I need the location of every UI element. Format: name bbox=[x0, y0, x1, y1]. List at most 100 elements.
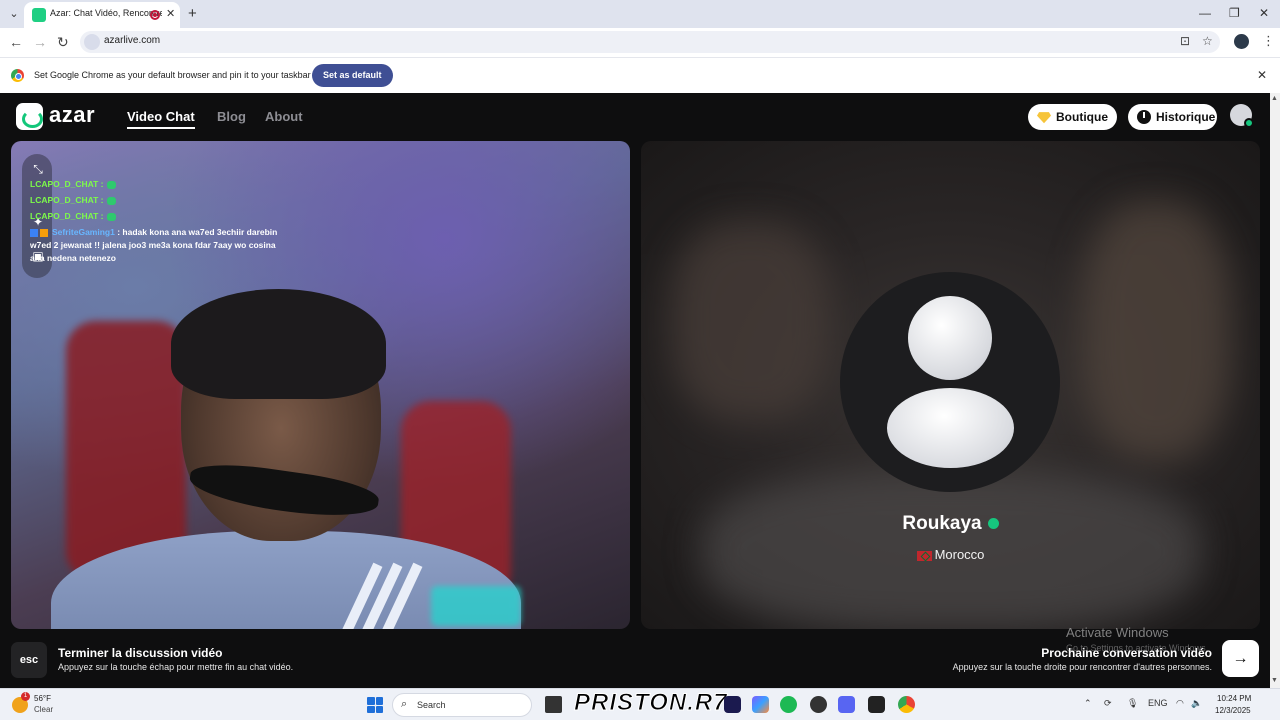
site-info-icon[interactable] bbox=[84, 34, 100, 50]
spotify-app-icon[interactable] bbox=[780, 696, 797, 713]
nav-about[interactable]: About bbox=[265, 109, 303, 124]
taskbar-search[interactable]: ⌕ Search bbox=[392, 693, 532, 717]
boutique-button[interactable]: Boutique bbox=[1028, 104, 1117, 130]
historique-label: Historique bbox=[1156, 110, 1216, 124]
chat-message-user: SefriteGaming1 bbox=[52, 227, 115, 237]
peer-country: Morocco bbox=[641, 547, 1260, 562]
tab-search-icon[interactable]: ⌄ bbox=[6, 6, 22, 22]
next-chat-arrow-button[interactable]: → bbox=[1222, 640, 1259, 677]
chrome-menu-icon[interactable]: ⋮ bbox=[1262, 33, 1275, 49]
chrome-app-icon[interactable] bbox=[898, 696, 915, 713]
azar-logo-text[interactable]: azar bbox=[49, 102, 95, 128]
morocco-flag-icon bbox=[916, 550, 932, 561]
verified-icon bbox=[987, 518, 999, 530]
minimize-icon[interactable]: — bbox=[1199, 6, 1211, 20]
peer-name: Roukaya bbox=[641, 513, 1260, 535]
peer-country-text: Morocco bbox=[934, 547, 985, 562]
emote-icon bbox=[106, 180, 116, 189]
taskbar-time[interactable]: 10:24 PM bbox=[1217, 694, 1251, 703]
nav-blog[interactable]: Blog bbox=[217, 109, 246, 124]
maximize-icon[interactable]: ❐ bbox=[1229, 6, 1240, 20]
language-indicator[interactable]: ENG bbox=[1148, 698, 1168, 708]
chat-username: LCAPO_D_CHAT : bbox=[30, 179, 104, 189]
reload-icon[interactable]: ↻ bbox=[57, 34, 69, 51]
browser-tab-azar[interactable]: Azar: Chat Vidéo, Rencontres ✕ bbox=[24, 2, 180, 28]
online-status-icon bbox=[1244, 118, 1254, 128]
chat-line: LCAPO_D_CHAT : bbox=[30, 192, 290, 208]
minimize-video-icon[interactable]: ⤡ bbox=[31, 162, 45, 176]
taskbar-search-placeholder: Search bbox=[417, 700, 446, 710]
browser-toolbar: ← → ↻ azarlive.com ⊡ ☆ ⋮ bbox=[0, 28, 1280, 57]
streamer-overlay-logo: PRISTON.R7 bbox=[574, 689, 728, 717]
end-chat-hint: Appuyez sur la touche échap pour mettre … bbox=[58, 662, 294, 672]
chrome-logo-icon bbox=[11, 69, 24, 82]
historique-button[interactable]: Historique bbox=[1128, 104, 1217, 130]
chat-line: LCAPO_D_CHAT : bbox=[30, 208, 290, 224]
activate-windows-hint: Go to Settings to activate Windows. bbox=[1066, 643, 1209, 653]
back-icon[interactable]: ← bbox=[9, 34, 23, 50]
weather-condition[interactable]: Clear bbox=[34, 705, 53, 714]
chat-line: LCAPO_D_CHAT : bbox=[30, 176, 290, 192]
azar-logo-icon[interactable] bbox=[16, 103, 43, 130]
peer-avatar-placeholder bbox=[840, 272, 1060, 492]
weather-notification-badge: 1 bbox=[21, 692, 30, 701]
infobar-close-icon[interactable]: ✕ bbox=[1257, 68, 1267, 82]
weather-temp[interactable]: 56°F bbox=[34, 694, 51, 703]
discord-app-icon[interactable] bbox=[838, 696, 855, 713]
microphone-icon[interactable]: 🎙 bbox=[1127, 698, 1138, 709]
wifi-icon[interactable]: ◠ bbox=[1176, 698, 1184, 709]
set-default-button[interactable]: Set as default bbox=[312, 64, 393, 87]
recording-icon bbox=[150, 10, 160, 20]
premiere-app-icon[interactable] bbox=[724, 696, 741, 713]
obs-app-icon[interactable] bbox=[810, 696, 827, 713]
chat-username: LCAPO_D_CHAT : bbox=[30, 195, 104, 205]
gem-icon bbox=[1037, 112, 1051, 124]
install-app-icon[interactable]: ⊡ bbox=[1180, 34, 1190, 48]
infobar-message: Set Google Chrome as your default browse… bbox=[34, 70, 311, 80]
chat-username: LCAPO_D_CHAT : bbox=[30, 211, 104, 221]
avatar-body bbox=[887, 388, 1014, 468]
esc-key-button[interactable]: esc bbox=[11, 642, 47, 678]
tray-overflow-icon[interactable]: ⌃ bbox=[1084, 698, 1092, 709]
task-view-icon[interactable] bbox=[545, 696, 562, 713]
sync-icon[interactable]: ⟳ bbox=[1104, 698, 1112, 709]
crown-badge-icon bbox=[40, 228, 48, 237]
forward-icon[interactable]: → bbox=[33, 34, 47, 50]
scroll-down-icon[interactable]: ▼ bbox=[1271, 677, 1278, 684]
clock-icon bbox=[1137, 110, 1151, 124]
address-bar[interactable]: azarlive.com ⊡ ☆ bbox=[80, 31, 1220, 53]
search-icon: ⌕ bbox=[401, 698, 408, 710]
rgb-light bbox=[431, 586, 521, 626]
address-url: azarlive.com bbox=[104, 35, 161, 46]
epic-games-app-icon[interactable] bbox=[868, 696, 885, 713]
peer-video: Roukaya Morocco bbox=[641, 141, 1260, 629]
chat-message: SefriteGaming1 : hadak kona ana wa7ed 3e… bbox=[30, 226, 290, 265]
bookmark-star-icon[interactable]: ☆ bbox=[1202, 34, 1213, 48]
tab-close-icon[interactable]: ✕ bbox=[166, 7, 175, 20]
person-hair bbox=[171, 289, 386, 399]
boutique-label: Boutique bbox=[1056, 110, 1108, 124]
user-avatar[interactable] bbox=[1230, 104, 1254, 128]
window-close-icon[interactable]: ✕ bbox=[1259, 6, 1269, 20]
subscriber-badge-icon bbox=[30, 228, 38, 237]
scroll-up-icon[interactable]: ▲ bbox=[1271, 95, 1278, 102]
new-tab-icon[interactable]: + bbox=[188, 5, 197, 22]
nav-video-chat[interactable]: Video Chat bbox=[127, 109, 195, 129]
chrome-profile-icon[interactable] bbox=[1234, 34, 1249, 49]
azar-favicon-icon bbox=[32, 8, 46, 22]
copilot-app-icon[interactable] bbox=[752, 696, 769, 713]
emote-icon bbox=[106, 196, 116, 205]
volume-icon[interactable]: 🔈 bbox=[1191, 698, 1202, 709]
tab-title: Azar: Chat Vidéo, Rencontres bbox=[50, 8, 162, 18]
avatar-head bbox=[908, 296, 992, 380]
taskbar-date[interactable]: 12/3/2025 bbox=[1215, 706, 1251, 715]
default-browser-infobar: Set Google Chrome as your default browse… bbox=[0, 57, 1280, 93]
activate-windows-title: Activate Windows bbox=[1066, 625, 1169, 640]
page-scrollbar[interactable]: ▲ ▼ bbox=[1270, 93, 1280, 688]
next-chat-hint: Appuyez sur la touche droite pour rencon… bbox=[952, 662, 1212, 672]
emote-icon bbox=[106, 212, 116, 221]
blurred-background bbox=[1081, 201, 1231, 461]
browser-tabstrip: ⌄ Azar: Chat Vidéo, Rencontres ✕ + — ❐ ✕ bbox=[0, 0, 1280, 28]
start-button[interactable] bbox=[367, 697, 383, 713]
end-chat-title: Terminer la discussion vidéo bbox=[58, 646, 223, 660]
